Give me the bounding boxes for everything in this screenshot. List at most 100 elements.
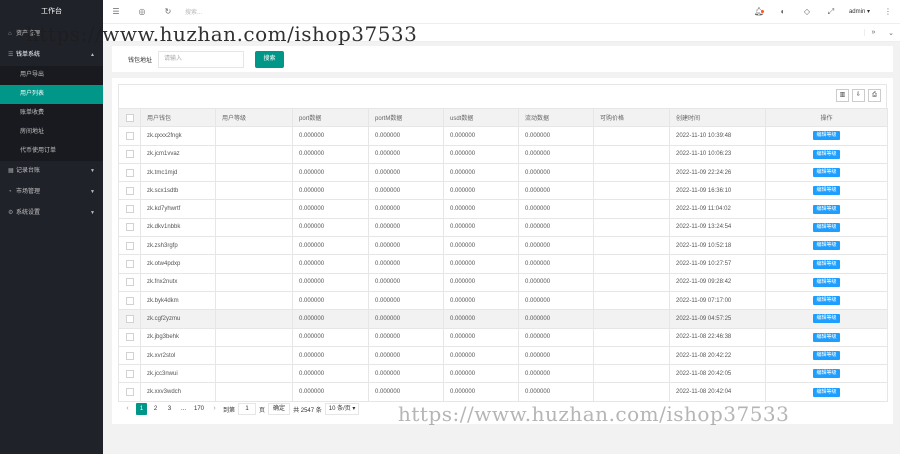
page-3[interactable]: 3 (164, 403, 175, 415)
sidebar-subitem-user-list[interactable]: 用户列表 (0, 85, 103, 104)
row-checkbox-cell[interactable] (118, 217, 141, 238)
refresh-icon[interactable]: ↻ (155, 7, 181, 16)
sidebar-subitem-bill-charge[interactable]: 账单收费 (0, 104, 103, 123)
row-checkbox-cell[interactable] (118, 327, 141, 347)
goto-page-input[interactable]: 1 (238, 403, 257, 415)
checkbox[interactable] (125, 168, 134, 177)
print-icon[interactable]: ⎙ (868, 89, 881, 102)
page-last[interactable]: 170 (192, 403, 206, 415)
col-header-portm[interactable]: portM数据 (368, 107, 444, 128)
search-button[interactable]: 搜索 (255, 50, 285, 68)
checkbox[interactable] (125, 241, 134, 250)
edit-level-button[interactable]: 编辑等级 (813, 222, 840, 232)
table-row[interactable]: zk.kd7yhwrtf 0.000000 0.000000 0.000000 0.00… (118, 199, 888, 219)
col-header-level[interactable]: 用户等级 (215, 107, 293, 128)
prev-page-icon[interactable]: ‹ (122, 403, 133, 415)
tab-options-icon[interactable]: ⌄ (882, 29, 900, 37)
goto-confirm-button[interactable]: 确定 (268, 403, 291, 415)
checkbox[interactable] (125, 369, 134, 378)
edit-level-button[interactable]: 编辑等级 (813, 332, 840, 342)
checkbox[interactable] (125, 113, 134, 122)
checkbox[interactable] (125, 314, 134, 323)
next-page-icon[interactable]: › (209, 403, 220, 415)
col-header-port[interactable]: port数据 (292, 107, 369, 128)
checkbox[interactable] (125, 223, 134, 232)
checkbox[interactable] (125, 150, 134, 159)
row-checkbox-cell[interactable] (118, 382, 141, 402)
col-header-price[interactable]: 可购价格 (593, 107, 670, 128)
tab-scroll-right-icon[interactable]: » (864, 29, 882, 36)
row-checkbox-cell[interactable] (118, 181, 141, 201)
globe-icon[interactable]: ◎ (129, 7, 155, 16)
edit-level-button[interactable]: 编辑等级 (813, 296, 840, 306)
select-all-checkbox[interactable] (118, 107, 141, 128)
row-checkbox-cell[interactable] (118, 126, 141, 146)
fullscreen-icon[interactable]: ⤢ (819, 7, 843, 17)
edit-level-button[interactable]: 编辑等级 (813, 149, 840, 159)
menu-toggle-icon[interactable]: ☰ (103, 7, 129, 16)
edit-level-button[interactable]: 编辑等级 (813, 168, 840, 178)
export-icon[interactable]: ⇩ (852, 89, 865, 102)
theme-icon[interactable]: ◐ (771, 7, 795, 16)
sidebar-subitem-token-orders[interactable]: 代币使用订单 (0, 142, 103, 161)
edit-level-button[interactable]: 编辑等级 (813, 204, 840, 214)
sidebar-item-billing-system[interactable]: ☰ 钱单系统 ▲ (0, 45, 103, 66)
row-checkbox-cell[interactable] (118, 144, 141, 164)
checkbox[interactable] (125, 333, 134, 342)
col-header-liquidity[interactable]: 流动数据 (518, 107, 594, 128)
sidebar-logo[interactable]: 工作台 (0, 0, 103, 24)
edit-level-button[interactable]: 编辑等级 (813, 387, 840, 397)
row-checkbox-cell[interactable] (118, 236, 141, 256)
sidebar-item-records[interactable]: ▦ 记录台账 ▼ (0, 161, 103, 182)
tag-icon[interactable]: ◇ (795, 7, 819, 16)
table-row[interactable]: zk.dkv1nbbk 0.000000 0.000000 0.000000 0.000… (118, 217, 888, 238)
col-header-wallet[interactable]: 用户钱包 (140, 107, 216, 128)
checkbox[interactable] (125, 131, 134, 140)
row-checkbox-cell[interactable] (118, 272, 141, 292)
table-row[interactable]: zk.jcm1vvaz 0.000000 0.000000 0.000000 0.000… (118, 144, 888, 164)
checkbox[interactable] (125, 205, 134, 214)
table-row[interactable]: zk.cgf2yzmu 0.000000 0.000000 0.000000 0.000… (118, 309, 888, 329)
table-row[interactable]: zk.xvr2stol 0.000000 0.000000 0.000000 0.000… (118, 345, 888, 366)
row-checkbox-cell[interactable] (118, 290, 141, 311)
edit-level-button[interactable]: 编辑等级 (813, 241, 840, 251)
checkbox[interactable] (125, 351, 134, 360)
sidebar-item-settings[interactable]: ⚙ 系统设置 ▼ (0, 203, 103, 224)
edit-level-button[interactable]: 编辑等级 (813, 131, 840, 141)
columns-filter-icon[interactable]: ▥ (836, 89, 849, 102)
row-checkbox-cell[interactable] (118, 254, 141, 274)
table-row[interactable]: zk.qxxx2fngk 0.000000 0.000000 0.000000 0.00… (118, 126, 888, 146)
table-row[interactable]: zk.byk4dkm 0.000000 0.000000 0.000000 0.0000… (118, 290, 888, 311)
table-row[interactable]: zk.otw4pdxp 0.000000 0.000000 0.000000 0.000… (118, 254, 888, 274)
col-header-usdt[interactable]: usdt数据 (443, 107, 519, 128)
header-search-input[interactable]: 搜索... (181, 7, 251, 16)
sidebar-subitem-user-export[interactable]: 用户导出 (0, 66, 103, 85)
checkbox[interactable] (125, 260, 134, 269)
page-size-select[interactable]: 10 条/页 ▾ (324, 403, 360, 415)
table-row[interactable]: zk.zsh3rgfp 0.000000 0.000000 0.000000 0.000… (118, 236, 888, 256)
row-checkbox-cell[interactable] (118, 199, 141, 219)
table-row[interactable]: zk.jbg3behk 0.000000 0.000000 0.000000 0.000… (118, 327, 888, 347)
edit-level-button[interactable]: 编辑等级 (813, 351, 840, 360)
table-row[interactable]: zk.jcc3nwui 0.000000 0.000000 0.000000 0.000… (118, 364, 888, 384)
checkbox[interactable] (125, 296, 134, 305)
table-row[interactable]: zk.fnx2nutx 0.000000 0.000000 0.000000 0.000… (118, 272, 888, 292)
edit-level-button[interactable]: 编辑等级 (813, 369, 840, 379)
edit-level-button[interactable]: 编辑等级 (813, 186, 840, 196)
table-row[interactable]: zk.tmc1mjd 0.000000 0.000000 0.000000 0.0000… (118, 162, 888, 183)
sidebar-item-market[interactable]: ◔ 市场管理 ▼ (0, 182, 103, 203)
edit-level-button[interactable]: 编辑等级 (813, 314, 840, 324)
checkbox[interactable] (125, 186, 134, 195)
bell-icon[interactable]: 🔔︎ (747, 7, 771, 16)
row-checkbox-cell[interactable] (118, 345, 141, 366)
col-header-created[interactable]: 创建时间 (669, 107, 766, 128)
checkbox[interactable] (125, 278, 134, 287)
page-1[interactable]: 1 (136, 403, 147, 415)
sidebar-subitem-room-address[interactable]: 房间地址 (0, 123, 103, 142)
row-checkbox-cell[interactable] (118, 309, 141, 329)
more-icon[interactable]: ⋮ (876, 7, 900, 16)
page-2[interactable]: 2 (150, 403, 161, 415)
table-row[interactable]: zk.xxv3wdch 0.000000 0.000000 0.000000 0.000… (118, 382, 888, 402)
user-menu[interactable]: admin ▾ (843, 8, 876, 15)
wallet-address-input[interactable]: 请输入 (158, 50, 245, 68)
